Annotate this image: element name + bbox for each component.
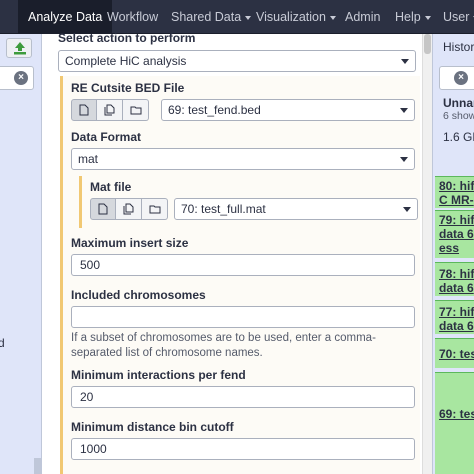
action-section: RE Cutsite BED File 69: test_fend.bed Da…: [60, 76, 420, 474]
history-size: 1.6 GB: [443, 130, 474, 144]
folder-icon: [149, 205, 160, 214]
nav-workflow[interactable]: Workflow: [107, 0, 158, 34]
history-items: 80: hif C MR- 79: hif data 6 ess 78: hif…: [435, 166, 474, 474]
history-name[interactable]: Unnar: [443, 96, 474, 110]
history-panel: Histor × Unnar 6 showr 1.6 GB 80: hif C …: [432, 34, 474, 474]
clear-search-icon[interactable]: ×: [454, 71, 468, 85]
single-dataset-button[interactable]: [71, 99, 97, 121]
files-icon: [123, 203, 133, 215]
chevron-down-icon: [424, 15, 431, 20]
file-icon: [98, 203, 108, 215]
tool-panel: × d: [0, 34, 42, 474]
chevron-down-icon: [400, 108, 408, 113]
history-shown-count: 6 showr: [443, 110, 474, 122]
folder-icon: [130, 106, 141, 115]
collection-button[interactable]: [123, 99, 149, 121]
mat-file-section: Mat file 70: test_full.mat: [79, 176, 419, 228]
nav-user[interactable]: User: [443, 0, 474, 34]
mat-file-label: Mat file: [90, 180, 132, 194]
min-distance-bin-label: Minimum distance bin cutoff: [71, 420, 234, 434]
single-dataset-button[interactable]: [90, 198, 116, 220]
nav-help[interactable]: Help: [395, 0, 431, 34]
dataset-mode-buttons: [71, 99, 149, 121]
chevron-down-icon: [329, 15, 336, 20]
history-item-69[interactable]: 69: tes: [435, 372, 474, 474]
chevron-down-icon: [401, 59, 409, 64]
history-item-79[interactable]: 79: hif data 6 ess: [435, 210, 474, 258]
max-insert-size-label: Maximum insert size: [71, 236, 189, 250]
tool-search-input[interactable]: ×: [0, 66, 34, 90]
chevron-down-icon: [245, 15, 252, 20]
masthead: Analyze Data Workflow Shared Data Visual…: [0, 0, 474, 34]
history-item-80[interactable]: 80: hif C MR-: [435, 176, 474, 208]
nav-visualization[interactable]: Visualization: [256, 0, 336, 34]
nav-shared-data[interactable]: Shared Data: [171, 0, 252, 34]
multiple-datasets-button[interactable]: [116, 198, 142, 220]
mat-dataset-mode-buttons: [90, 198, 168, 220]
re-cutsite-select[interactable]: 69: test_fend.bed: [161, 99, 415, 121]
scrollbar-thumb[interactable]: [424, 34, 431, 54]
min-interactions-label: Minimum interactions per fend: [71, 368, 246, 382]
data-format-label: Data Format: [71, 130, 142, 144]
multiple-datasets-button[interactable]: [97, 99, 123, 121]
mat-file-select[interactable]: 70: test_full.mat: [174, 198, 418, 220]
included-chromosomes-input[interactable]: [71, 306, 415, 328]
chevron-down-icon: [400, 157, 408, 162]
upload-icon: [14, 42, 26, 55]
form-scrollbar[interactable]: [422, 34, 432, 474]
max-insert-size-input[interactable]: 500: [71, 254, 415, 276]
tool-form: Select action to perform Complete HiC an…: [42, 31, 432, 474]
tool-list-text: d: [0, 336, 5, 350]
chromosomes-help-line-1: If a subset of chromosomes are to be use…: [71, 332, 376, 344]
files-icon: [104, 104, 114, 116]
history-search-input[interactable]: ×: [439, 66, 474, 90]
nav-admin[interactable]: Admin: [345, 0, 380, 34]
clear-search-icon[interactable]: ×: [14, 71, 28, 85]
data-format-select[interactable]: mat: [71, 148, 415, 170]
file-icon: [79, 104, 89, 116]
history-item-78[interactable]: 78: hif data 6: [435, 262, 474, 296]
history-item-77[interactable]: 77: hif data 6: [435, 300, 474, 334]
chromosomes-help-line-2: separated list of chromosome names.: [71, 347, 263, 359]
min-distance-bin-input[interactable]: 1000: [71, 438, 415, 460]
action-select[interactable]: Complete HiC analysis: [58, 50, 416, 72]
scrollbar[interactable]: [34, 458, 42, 474]
included-chromosomes-label: Included chromosomes: [71, 288, 206, 302]
action-label: Select action to perform: [58, 31, 196, 45]
min-interactions-input[interactable]: 20: [71, 386, 415, 408]
re-cutsite-label: RE Cutsite BED File: [71, 81, 185, 95]
history-title: Histor: [443, 40, 474, 54]
chevron-down-icon: [403, 207, 411, 212]
nav-analyze-data[interactable]: Analyze Data: [18, 0, 113, 34]
collection-button[interactable]: [142, 198, 168, 220]
history-item-70[interactable]: 70: tes: [435, 338, 474, 368]
upload-button[interactable]: [6, 38, 32, 58]
